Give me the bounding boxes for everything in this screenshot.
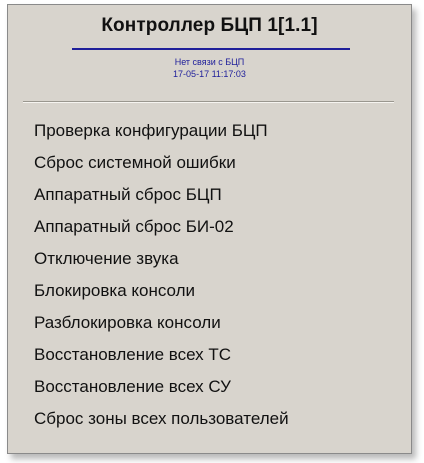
menu-item-unlock-console[interactable]: Разблокировка консоли <box>34 307 221 339</box>
connection-status: Нет связи с БЦП <box>174 57 245 67</box>
menu-item-restore-all-ts[interactable]: Восстановление всех ТС <box>34 339 231 371</box>
menu-item-check-config[interactable]: Проверка конфигурации БЦП <box>34 115 268 147</box>
menu-item-hardware-reset-bcp[interactable]: Аппаратный сброс БЦП <box>34 179 222 211</box>
menu-title: Контроллер БЦП 1[1.1] <box>101 15 318 36</box>
menu-item-hardware-reset-bi02[interactable]: Аппаратный сброс БИ-02 <box>34 211 234 243</box>
context-menu: Контроллер БЦП 1[1.1] Нет связи с БЦП 17… <box>7 4 412 454</box>
menu-item-reset-all-users-zone[interactable]: Сброс зоны всех пользователей <box>34 403 289 435</box>
status-timestamp: 17-05-17 11:17:03 <box>173 69 246 79</box>
menu-separator <box>23 101 394 103</box>
menu-item-mute-sound[interactable]: Отключение звука <box>34 243 179 275</box>
menu-item-reset-system-error[interactable]: Сброс системной ошибки <box>34 147 236 179</box>
title-underline <box>72 48 350 50</box>
menu-header: Контроллер БЦП 1[1.1] Нет связи с БЦП 17… <box>8 5 411 97</box>
menu-item-lock-console[interactable]: Блокировка консоли <box>34 275 195 307</box>
menu-item-restore-all-su[interactable]: Восстановление всех СУ <box>34 371 231 403</box>
